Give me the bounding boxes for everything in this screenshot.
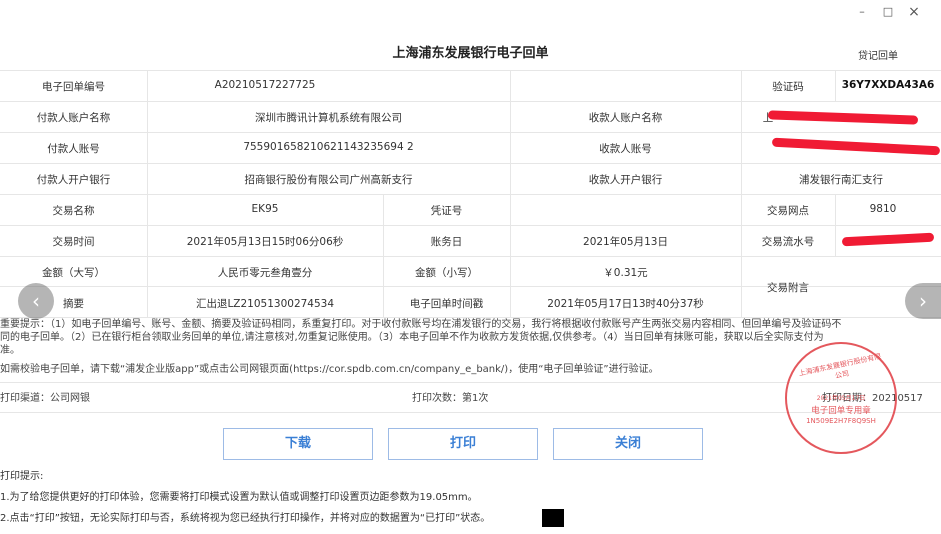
window-titlebar: – □ × <box>0 0 941 24</box>
branch-label: 交易网点 <box>767 205 809 217</box>
payer-bank-label: 付款人开户银行 <box>36 174 111 186</box>
serial-number-label: 交易流水号 <box>761 236 815 248</box>
transaction-name-label: 交易名称 <box>52 205 95 217</box>
notice-line: 准。 <box>0 345 20 356</box>
table-divider <box>0 194 941 195</box>
summary-value: 汇出退LZ21051300274534 <box>195 298 335 310</box>
payer-account-label: 付款人账号 <box>47 143 100 155</box>
table-divider <box>0 132 941 133</box>
voucher-number-label: 凭证号 <box>430 205 463 217</box>
important-notice: 重要提示：（1）如电子回单编号、账号、金额、摘要及验证码相同，系重复打印。对于收… <box>0 318 941 357</box>
verification-code-value: 36Y7XXDA43A6 <box>841 79 935 91</box>
amount-figures-value: ￥0.31元 <box>603 267 648 279</box>
notice-line: 重要提示：（1）如电子回单编号、账号、金额、摘要及验证码相同，系重复打印。对于收… <box>0 319 842 330</box>
verification-code-label: 验证码 <box>772 81 804 93</box>
download-button[interactable]: 下载 <box>223 428 373 460</box>
print-tips-heading: 打印提示: <box>0 471 44 482</box>
print-channel: 打印渠道：公司网银 <box>0 393 90 404</box>
payer-account-value: 755901658210621143235694 2 <box>243 141 414 153</box>
payee-account-label: 收款人账号 <box>599 143 652 155</box>
timestamp-value: 2021年05月17日13时40分37秒 <box>547 298 704 310</box>
previous-arrow-icon[interactable]: ‹ <box>18 283 54 319</box>
branch-value: 9810 <box>869 203 897 215</box>
receipt-title: 上海浦东发展银行电子回单 <box>392 46 549 61</box>
maximize-button[interactable]: □ <box>877 4 899 20</box>
amount-words-label: 金额（大写） <box>42 267 105 279</box>
payer-name-value: 深圳市腾讯计算机系统有限公司 <box>255 112 402 124</box>
print-tip-line: 1.为了给您提供更好的打印体验，您需要将打印模式设置为默认值或调整打印设置页边距… <box>0 492 478 503</box>
table-divider <box>0 70 941 71</box>
accounting-date-value: 2021年05月13日 <box>583 236 668 248</box>
accounting-date-label: 账务日 <box>430 236 463 248</box>
receipt-number-label: 电子回单编号 <box>42 81 105 93</box>
close-window-button[interactable]: × <box>903 4 925 20</box>
minimize-button[interactable]: – <box>851 4 873 20</box>
amount-words-value: 人民币零元叁角壹分 <box>217 267 313 279</box>
table-divider <box>0 225 941 226</box>
receipt-number-value: A20210517227725 <box>214 79 316 91</box>
print-count: 打印次数：第1次 <box>412 393 489 404</box>
payer-bank-value: 招商银行股份有限公司广州高新支行 <box>244 174 413 186</box>
transaction-time-label: 交易时间 <box>52 236 95 248</box>
bank-seal-stamp: 上海浦东发展银行股份有限公司 2021年05月17日 电子回单专用章 1N509… <box>785 342 897 454</box>
print-button[interactable]: 打印 <box>388 428 538 460</box>
payee-bank-value: 浦发银行南汇支行 <box>799 174 883 186</box>
payer-name-label: 付款人账户名称 <box>36 112 111 124</box>
transaction-name-value: EK95 <box>251 203 279 215</box>
table-divider <box>0 163 941 164</box>
amount-figures-label: 金额（小写） <box>415 267 478 279</box>
payee-name-label: 收款人账户名称 <box>588 112 663 124</box>
payee-bank-label: 收款人开户银行 <box>588 174 663 186</box>
transaction-time-value: 2021年05月13日15时06分06秒 <box>186 236 344 248</box>
table-divider <box>0 101 941 102</box>
table-divider <box>0 256 941 257</box>
next-arrow-icon[interactable]: › <box>905 283 941 319</box>
close-button[interactable]: 关闭 <box>553 428 703 460</box>
remark-label: 交易附言 <box>767 282 809 294</box>
notice-line: 同的电子回单。（2）已在银行柜台领取业务回单的单位,请注意核对,勿重复记账使用。… <box>0 332 824 343</box>
timestamp-label: 电子回单时间戳 <box>409 298 484 310</box>
receipt-type: 贷记回单 <box>858 51 898 62</box>
print-tip-line: 2.点击“打印”按钮，无论实际打印与否，系统将视为您已经执行打印操作，并将对应的… <box>0 513 491 524</box>
black-square-mark <box>542 509 564 527</box>
